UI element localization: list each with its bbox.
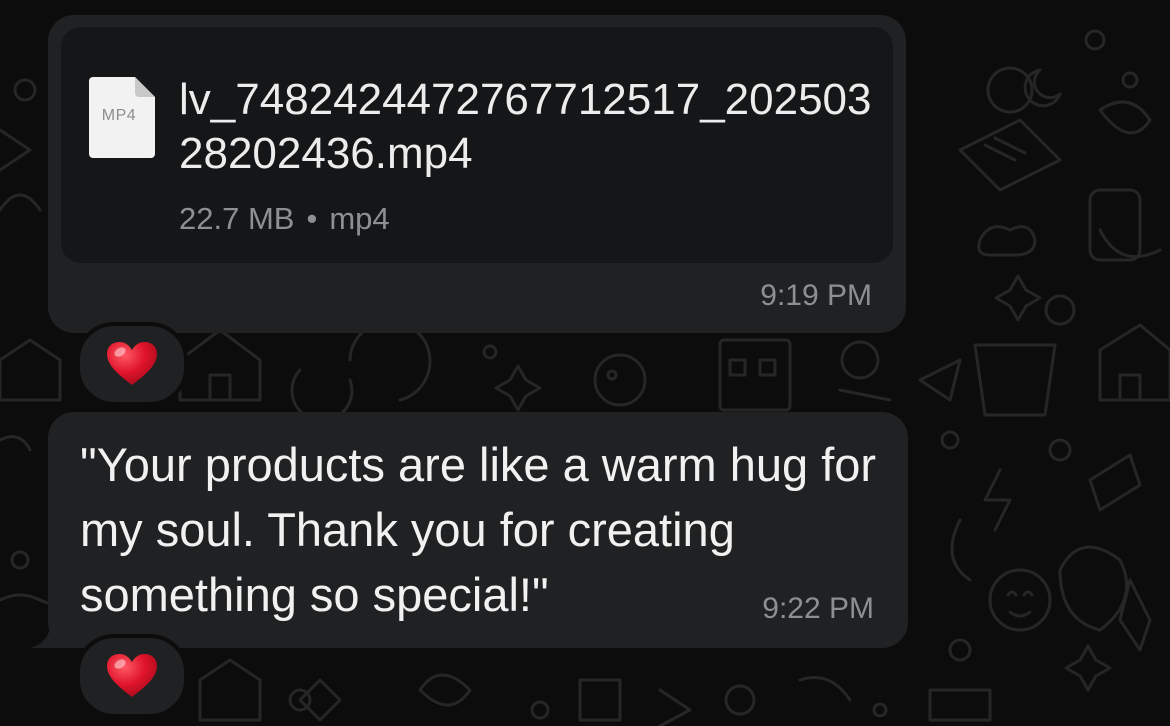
text-message-bubble[interactable]: "Your products are like a warm hug for m…: [48, 412, 908, 648]
meta-separator: •: [306, 201, 318, 236]
file-meta: 22.7 MB • mp4: [179, 201, 390, 237]
file-name: lv_7482424472767712517_20250328202436.mp…: [179, 75, 872, 178]
message-timestamp: 9:22 PM: [762, 592, 874, 625]
document-icon: MP4: [89, 77, 155, 158]
heart-icon: [107, 342, 157, 385]
file-size: 22.7 MB: [179, 201, 295, 236]
file-attachment[interactable]: MP4 lv_7482424472767712517_2025032820243…: [61, 27, 893, 263]
file-format: mp4: [329, 201, 390, 236]
reaction-badge[interactable]: [76, 322, 188, 406]
file-message-bubble[interactable]: MP4 lv_7482424472767712517_2025032820243…: [48, 15, 906, 333]
message-timestamp: 9:19 PM: [760, 279, 872, 312]
heart-icon: [107, 654, 157, 697]
chat-view: MP4 lv_7482424472767712517_2025032820243…: [0, 0, 1170, 726]
file-type-label: MP4: [101, 107, 137, 124]
reaction-badge[interactable]: [76, 634, 188, 718]
